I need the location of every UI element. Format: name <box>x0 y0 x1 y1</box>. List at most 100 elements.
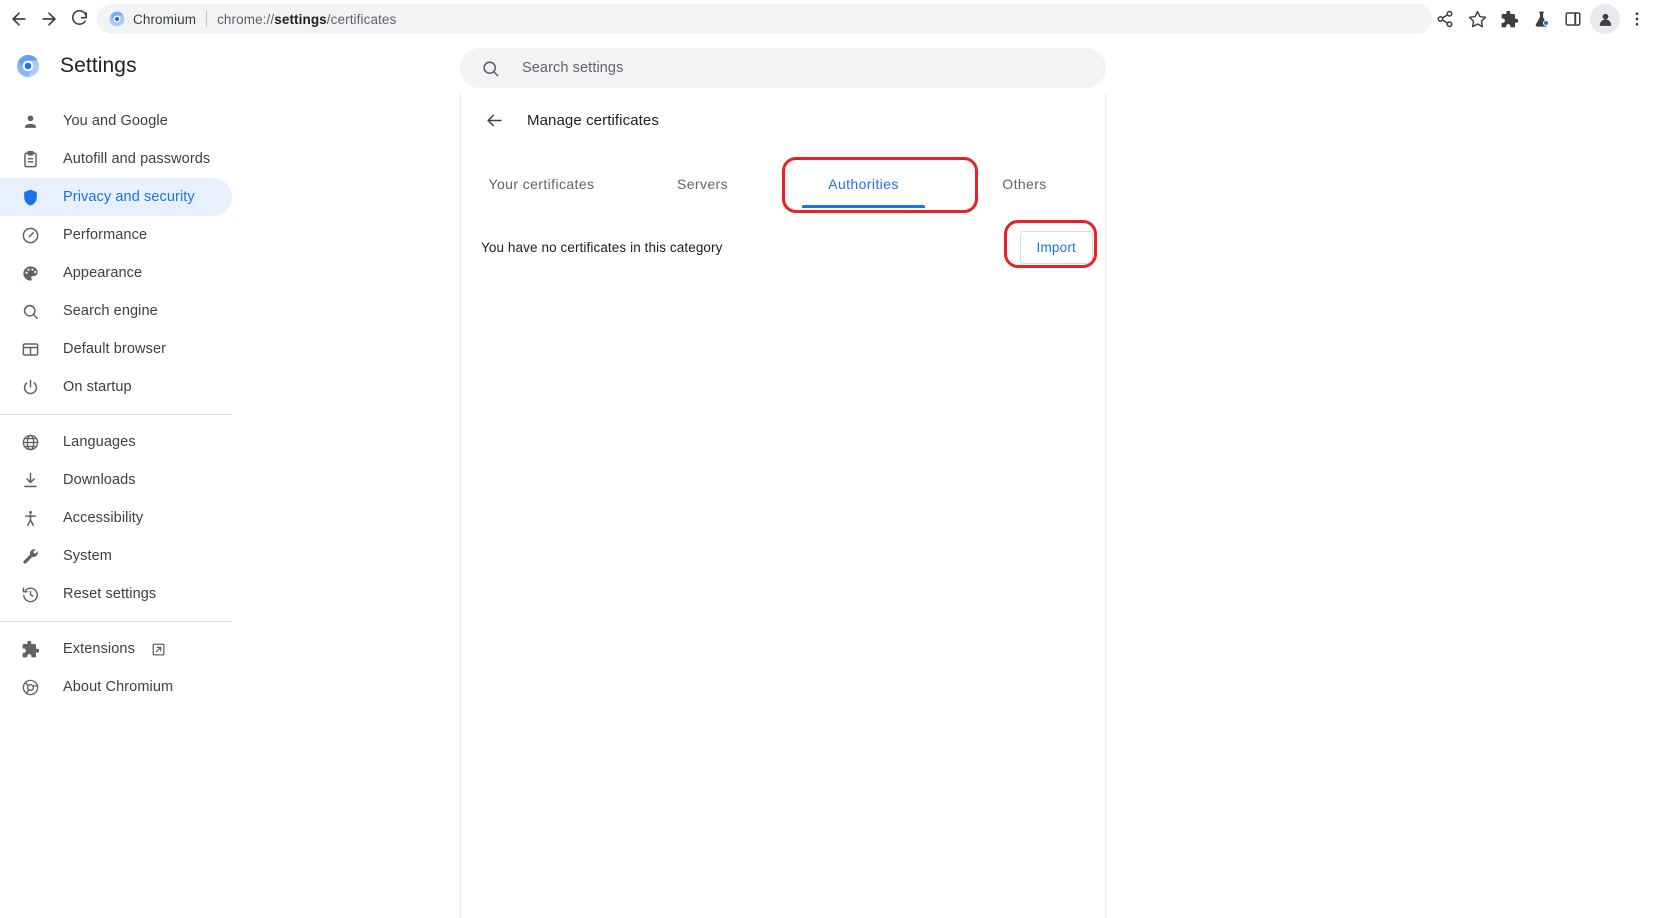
sidebar-label: Languages <box>63 434 136 450</box>
sidebar-label: Performance <box>63 227 148 243</box>
search-input-placeholder[interactable]: Search settings <box>522 60 623 76</box>
subpage-title: Manage certificates <box>527 111 659 129</box>
certificates-empty-state-row: You have no certificates in this categor… <box>461 218 1105 276</box>
back-button[interactable] <box>4 4 34 34</box>
page-title: Settings <box>60 54 137 77</box>
side-panel-icon <box>1565 12 1581 26</box>
sidebar-label: Accessibility <box>63 510 144 526</box>
sidebar-item-you-and-google[interactable]: You and Google <box>0 102 232 140</box>
download-icon <box>20 470 40 490</box>
arrow-back-icon <box>486 114 502 126</box>
sidebar-item-default-browser[interactable]: Default browser <box>0 330 232 368</box>
settings-sidebar: You and Google Autofill and passwords Pr… <box>0 94 460 918</box>
extensions-puzzle-icon <box>1501 10 1518 27</box>
sidebar-item-system[interactable]: System <box>0 537 232 575</box>
sidebar-item-privacy-and-security[interactable]: Privacy and security <box>0 178 232 216</box>
tab-others[interactable]: Others <box>944 160 1105 208</box>
profile-avatar-button[interactable] <box>1590 4 1620 34</box>
sidebar-item-performance[interactable]: Performance <box>0 216 232 254</box>
tab-servers[interactable]: Servers <box>622 160 783 208</box>
url-host: settings <box>274 11 327 27</box>
omnibox-separator <box>206 11 208 27</box>
settings-content-card: Manage certificates Your certificates Se… <box>460 94 1106 918</box>
share-icon <box>1437 10 1453 28</box>
tab-label: Servers <box>676 176 729 192</box>
chromium-outline-icon <box>20 677 40 697</box>
reload-icon <box>71 9 87 25</box>
omnibox-app-label: Chromium <box>133 11 197 27</box>
sidebar-label: You and Google <box>63 113 168 129</box>
sidebar-label: About Chromium <box>63 679 174 695</box>
chromium-favicon-icon <box>109 11 125 27</box>
accessibility-icon <box>20 508 40 528</box>
arrow-left-icon <box>12 11 26 26</box>
power-icon <box>20 377 40 397</box>
speedometer-icon <box>20 225 40 245</box>
bookmark-star-icon <box>1468 10 1486 27</box>
sidebar-label: Privacy and security <box>63 189 195 205</box>
profile-avatar-icon <box>1599 13 1611 26</box>
url-scheme: chrome:// <box>217 11 275 27</box>
sidebar-item-autofill-and-passwords[interactable]: Autofill and passwords <box>0 140 232 178</box>
search-icon <box>480 58 500 78</box>
flask-experiment-icon <box>1535 11 1547 27</box>
search-settings-box[interactable]: Search settings <box>460 48 1106 88</box>
toolbar-icon-group <box>1430 0 1652 38</box>
omnibox-url-text: chrome://settings/certificates <box>217 12 396 27</box>
arrow-right-icon <box>42 11 56 26</box>
sidebar-label: Appearance <box>63 265 143 281</box>
sidebar-divider-2 <box>0 621 232 622</box>
sidebar-label: Search engine <box>63 303 158 319</box>
tab-your-certificates[interactable]: Your certificates <box>461 160 622 208</box>
sidebar-label: On startup <box>63 379 132 395</box>
clipboard-icon <box>20 149 40 169</box>
sidebar-label: Reset settings <box>63 586 157 602</box>
sidebar-label: Extensions <box>63 641 135 657</box>
sidebar-item-extensions[interactable]: Extensions <box>0 630 232 668</box>
three-dot-menu-icon <box>1635 12 1639 26</box>
sidebar-item-downloads[interactable]: Downloads <box>0 461 232 499</box>
sidebar-item-appearance[interactable]: Appearance <box>0 254 232 292</box>
forward-button[interactable] <box>34 4 64 34</box>
sidebar-item-search-engine[interactable]: Search engine <box>0 292 232 330</box>
url-path: /certificates <box>326 11 397 27</box>
sidebar-item-on-startup[interactable]: On startup <box>0 368 232 406</box>
sidebar-item-reset-settings[interactable]: Reset settings <box>0 575 232 613</box>
import-button[interactable]: Import <box>1019 230 1093 264</box>
person-icon <box>20 111 40 131</box>
back-to-privacy-button[interactable] <box>480 106 508 134</box>
empty-state-message: You have no certificates in this categor… <box>481 239 723 255</box>
extensions-button[interactable] <box>1494 4 1524 34</box>
sidebar-label: Default browser <box>63 341 167 357</box>
magnifier-icon <box>20 301 40 321</box>
sidebar-item-languages[interactable]: Languages <box>0 423 232 461</box>
omnibox-app-chip: Chromium <box>109 11 196 27</box>
chrome-menu-button[interactable] <box>1622 4 1652 34</box>
tab-authorities[interactable]: Authorities <box>783 160 944 208</box>
sidebar-item-accessibility[interactable]: Accessibility <box>0 499 232 537</box>
tab-label: Others <box>1002 176 1047 192</box>
share-icon-button[interactable] <box>1430 4 1460 34</box>
bookmark-star-button[interactable] <box>1462 4 1492 34</box>
certificate-tabs: Your certificates Servers Authorities Ot… <box>461 160 1105 208</box>
puzzle-icon <box>20 639 40 659</box>
tab-label: Authorities <box>828 176 899 192</box>
side-panel-button[interactable] <box>1558 4 1588 34</box>
address-bar[interactable]: Chromium chrome://settings/certificates <box>97 4 1432 34</box>
sidebar-label: Autofill and passwords <box>63 151 211 167</box>
sidebar-divider-1 <box>0 414 232 415</box>
palette-icon <box>20 263 40 283</box>
tab-label: Your certificates <box>488 176 595 192</box>
settings-header: Settings Search settings <box>0 38 1656 94</box>
reload-button[interactable] <box>64 4 94 34</box>
experiments-flask-button[interactable] <box>1526 4 1556 34</box>
wrench-icon <box>20 546 40 566</box>
open-in-new-tab-icon[interactable] <box>151 641 167 657</box>
navigation-buttons <box>4 4 94 34</box>
settings-brand[interactable]: Settings <box>16 54 228 78</box>
shield-icon <box>20 187 40 207</box>
globe-icon <box>20 432 40 452</box>
chromium-logo <box>17 55 39 77</box>
sidebar-item-about-chromium[interactable]: About Chromium <box>0 668 232 706</box>
sidebar-label: Downloads <box>63 472 136 488</box>
